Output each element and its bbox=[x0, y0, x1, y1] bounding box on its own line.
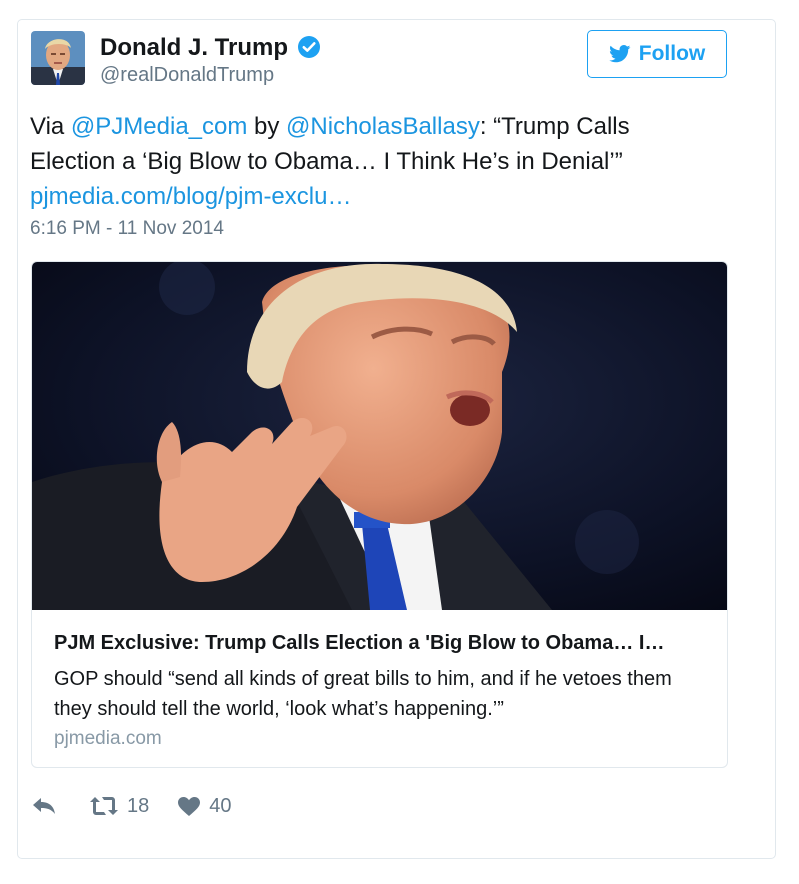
reply-icon bbox=[33, 798, 55, 814]
retweet-button[interactable]: 18 bbox=[89, 795, 149, 818]
tweet-text: Via @PJMedia_com by @NicholasBallasy: “T… bbox=[30, 109, 720, 179]
twitter-bird-icon bbox=[608, 45, 631, 63]
card-title[interactable]: PJM Exclusive: Trump Calls Election a 'B… bbox=[54, 632, 714, 655]
card-photo bbox=[32, 262, 727, 610]
retweet-icon bbox=[90, 797, 118, 815]
like-button[interactable]: 40 bbox=[177, 794, 232, 818]
follow-button[interactable]: Follow bbox=[587, 30, 727, 78]
like-count: 40 bbox=[209, 794, 232, 817]
card-domain: pjmedia.com bbox=[54, 728, 162, 749]
tweet-prefix: Via bbox=[30, 113, 71, 140]
tweet-middle: by bbox=[247, 113, 287, 140]
card-description: GOP should “send all kinds of great bill… bbox=[54, 668, 672, 720]
user-handle[interactable]: @realDonaldTrump bbox=[100, 64, 274, 87]
profile-avatar-image bbox=[31, 31, 85, 85]
reply-button[interactable] bbox=[31, 796, 57, 816]
link-preview-card[interactable]: PJM Exclusive: Trump Calls Election a 'B… bbox=[31, 261, 728, 768]
display-name[interactable]: Donald J. Trump bbox=[100, 34, 288, 62]
heart-icon bbox=[178, 796, 201, 816]
tweet-timestamp[interactable]: 6:16 PM - 11 Nov 2014 bbox=[30, 218, 224, 240]
verified-badge-icon bbox=[298, 36, 320, 58]
mention-nicholasballasy[interactable]: @NicholasBallasy bbox=[286, 113, 480, 140]
follow-label: Follow bbox=[638, 42, 706, 65]
mention-pjmedia[interactable]: @PJMedia_com bbox=[71, 113, 247, 140]
avatar[interactable] bbox=[31, 31, 85, 85]
retweet-count: 18 bbox=[127, 794, 150, 817]
tweet-link[interactable]: pjmedia.com/blog/pjm-exclu… bbox=[30, 181, 351, 213]
tweet-actions: 18 40 bbox=[31, 791, 232, 821]
